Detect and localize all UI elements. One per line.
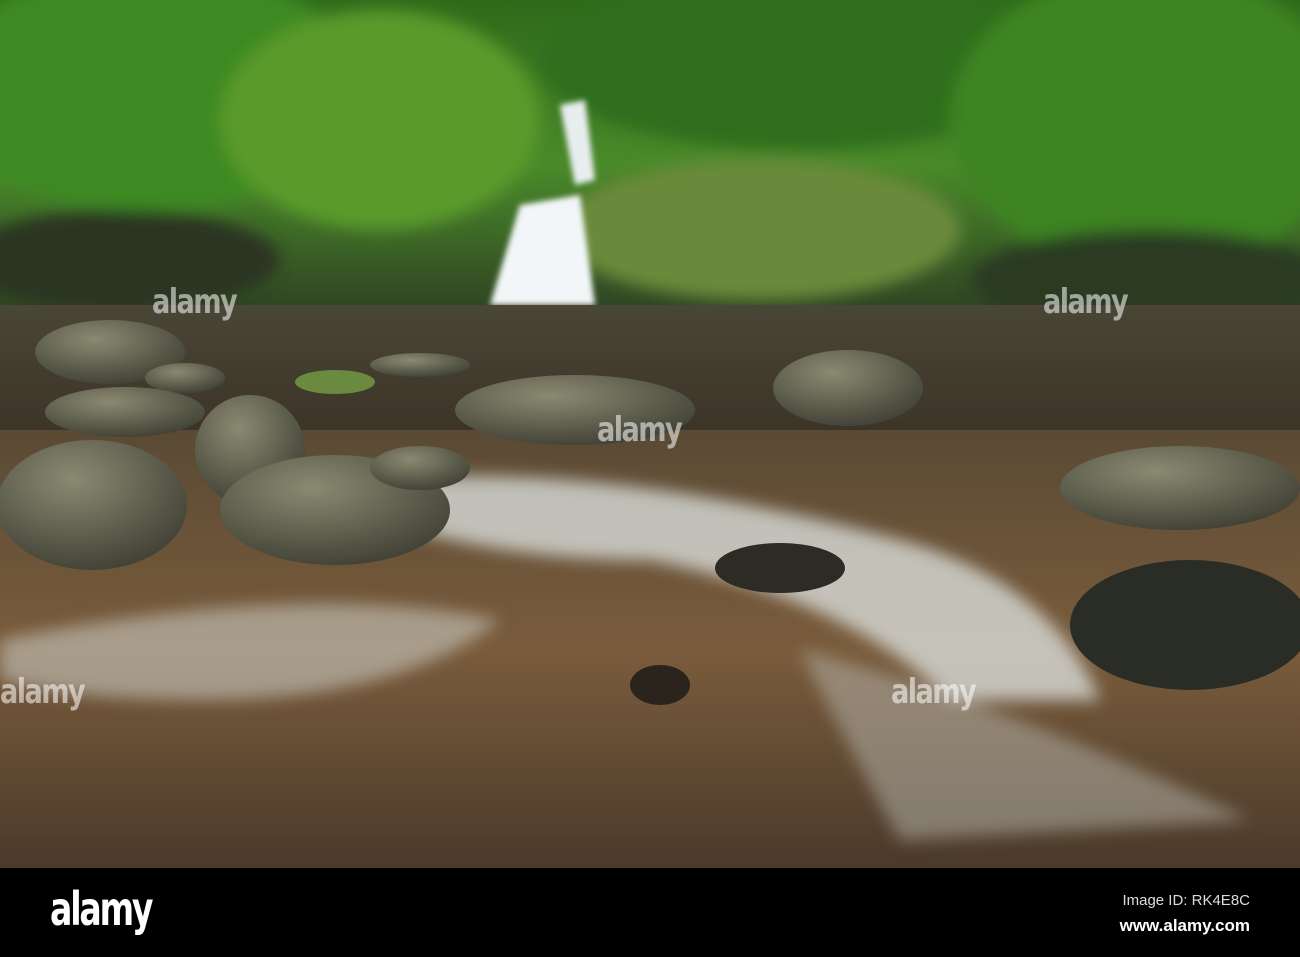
site-url: www.alamy.com bbox=[1119, 916, 1250, 935]
watermark: alamy bbox=[891, 672, 977, 712]
alamy-logo: alamy bbox=[50, 882, 154, 936]
watermark: alamy bbox=[152, 282, 238, 322]
watermark: alamy bbox=[597, 410, 683, 450]
image-id: Image ID: RK4E8C bbox=[1122, 892, 1250, 909]
watermark: alamy bbox=[1043, 282, 1129, 322]
footer-bar: alamy Image ID: RK4E8C www.alamy.com bbox=[0, 868, 1300, 957]
watermark: alamy bbox=[0, 672, 86, 712]
